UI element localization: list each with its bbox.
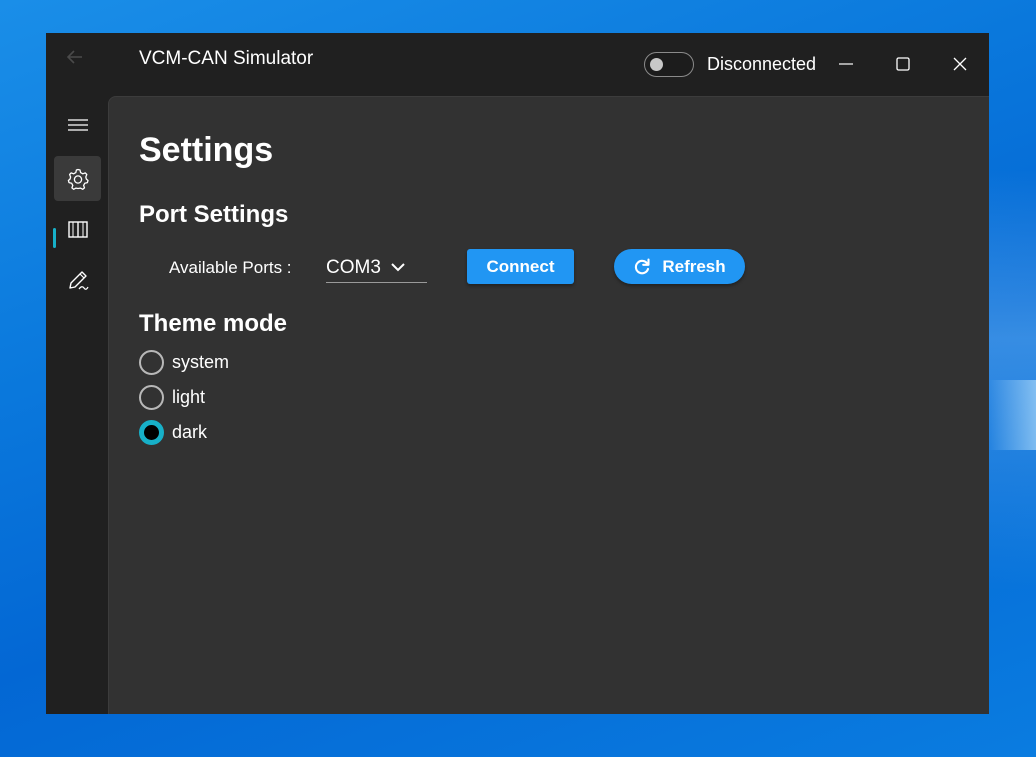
close-icon [953, 57, 967, 71]
pencil-icon [69, 271, 89, 290]
sidebar-item-book[interactable] [54, 207, 101, 252]
minimize-button[interactable] [829, 47, 863, 81]
available-ports-label: Available Ports : [169, 258, 292, 277]
toggle-knob [650, 58, 663, 71]
hamburger-icon [68, 119, 88, 131]
book-icon [68, 221, 88, 238]
app-title: VCM-CAN Simulator [139, 48, 314, 69]
gear-icon [67, 168, 89, 190]
close-button[interactable] [943, 47, 977, 81]
theme-mode-heading: Theme mode [139, 310, 288, 337]
navigation-sidebar [46, 96, 108, 714]
radio-label: system [172, 352, 230, 372]
minimize-icon [839, 63, 853, 65]
connection-status-label: Disconnected [707, 54, 817, 74]
title-bar[interactable]: VCM-CAN Simulator Disconnected [46, 33, 989, 96]
sidebar-item-edit[interactable] [54, 257, 101, 302]
page-title: Settings [139, 131, 274, 169]
port-settings-heading: Port Settings [139, 201, 289, 228]
radio-label: dark [172, 422, 208, 442]
refresh-button-label: Refresh [662, 256, 726, 276]
settings-page: Settings Port Settings Available Ports :… [108, 96, 989, 714]
maximize-icon [896, 57, 910, 71]
radio-label: light [172, 387, 206, 407]
desktop-wallpaper-glow [988, 380, 1036, 450]
back-arrow-icon[interactable] [62, 44, 88, 70]
refresh-button[interactable]: Refresh [614, 249, 745, 284]
radio-button[interactable] [139, 385, 164, 410]
sidebar-item-menu[interactable] [54, 103, 101, 148]
maximize-button[interactable] [886, 47, 920, 81]
connection-toggle[interactable] [644, 52, 694, 77]
selected-port: COM3 [326, 257, 381, 278]
sidebar-item-settings[interactable] [54, 156, 101, 201]
chevron-down-icon [391, 263, 405, 272]
radio-button-selected[interactable] [139, 420, 164, 445]
app-window: VCM-CAN Simulator Disconnected Settings … [46, 33, 989, 714]
connect-button[interactable]: Connect [467, 249, 574, 284]
connect-button-label: Connect [486, 256, 555, 276]
radio-button[interactable] [139, 350, 164, 375]
refresh-icon [635, 257, 650, 274]
port-select[interactable]: COM3 [326, 255, 427, 283]
